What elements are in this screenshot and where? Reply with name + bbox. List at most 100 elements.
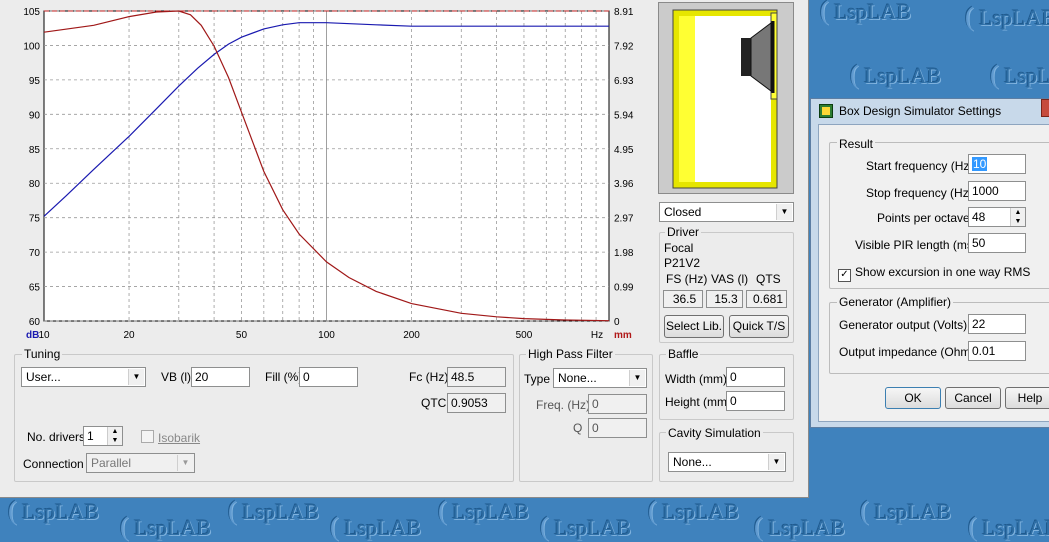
drivers-count-value: 1	[87, 429, 94, 443]
output-impedance-input[interactable]: 0.01	[968, 341, 1026, 361]
stop-frequency-input[interactable]: 1000	[968, 181, 1026, 201]
connection-select[interactable]: Parallel ▼	[86, 453, 195, 473]
connection-label: Connection	[23, 457, 84, 471]
lsplab-watermark: ( LspLAB	[8, 496, 100, 525]
baffle-height-input[interactable]: 0	[726, 391, 785, 411]
baffle-group-title: Baffle	[666, 347, 701, 361]
lsplab-watermark: ( LspLAB	[438, 496, 530, 525]
y-tick-label: 95	[29, 76, 41, 87]
chevron-down-icon[interactable]: ▼	[768, 454, 784, 470]
hpf-q-label: Q	[573, 421, 583, 435]
y2-tick-label: 0.99	[614, 283, 634, 294]
start-frequency-input[interactable]: 10	[968, 154, 1026, 174]
generator-output-input[interactable]: 22	[968, 314, 1026, 334]
chevron-down-icon[interactable]: ▼	[776, 204, 792, 220]
y-tick-label: 100	[23, 41, 40, 52]
hpf-type-value: None...	[558, 371, 597, 385]
response-graph-panel: 105 100 95 90 85 80 75 70 65 60 8.91 7.92 6.93 5.94 4.…	[0, 0, 654, 342]
fill-input[interactable]: 0	[299, 367, 358, 387]
baffle-height-label: Height (mm)	[665, 395, 732, 409]
lsplab-watermark: ( LspLAB	[860, 496, 952, 525]
y-tick-label: 65	[29, 283, 41, 294]
chevron-down-icon[interactable]: ▼	[128, 369, 144, 385]
result-group-title: Result	[837, 137, 876, 151]
points-per-octave-stepper[interactable]: 48 ▲ ▼	[968, 207, 1026, 227]
right-axis-unit: mm	[614, 330, 632, 341]
show-excursion-label: Show excursion in one way RMS	[855, 265, 1031, 279]
y2-tick-label: 7.92	[614, 41, 634, 52]
isobarik-checkbox[interactable]: Isobarik	[141, 430, 200, 445]
help-button[interactable]: Help	[1005, 387, 1049, 409]
chevron-down-icon[interactable]: ▼	[177, 455, 193, 471]
box-type-value: Closed	[664, 205, 702, 219]
lsplab-watermark: ( LspLAB	[820, 0, 912, 25]
dialog-title-bar[interactable]: Box Design Simulator Settings ✕	[811, 99, 1049, 123]
y2-tick-label: 5.94	[614, 110, 634, 121]
connection-value: Parallel	[91, 456, 132, 470]
y2-tick-label: 2.97	[614, 214, 634, 225]
y2-tick-label: 3.96	[614, 179, 634, 190]
ok-button[interactable]: OK	[885, 387, 941, 409]
y-tick-label: 70	[29, 248, 41, 259]
hpf-type-select[interactable]: None... ▼	[553, 368, 647, 388]
drivers-count-stepper[interactable]: 1 ▲ ▼	[83, 426, 123, 446]
fc-label: Fc (Hz)	[409, 370, 449, 384]
fill-label: Fill (%)	[265, 370, 303, 384]
driver-magnet	[741, 38, 751, 76]
generator-output-label: Generator output (Volts)	[839, 318, 968, 332]
visible-pir-input[interactable]: 50	[968, 233, 1026, 253]
visible-pir-label: Visible PIR length (ms)	[855, 238, 977, 252]
x-tick-label: 50	[236, 330, 248, 341]
qtc-value: 0.9053	[447, 393, 506, 413]
y2-tick-label: 4.95	[614, 145, 634, 156]
y2-tick-label: 8.91	[614, 7, 634, 18]
select-lib-button[interactable]: Select Lib.	[664, 315, 724, 338]
close-icon[interactable]: ✕	[1041, 99, 1049, 117]
hpf-freq-input[interactable]: 0	[588, 394, 647, 414]
generator-group-title: Generator (Amplifier)	[837, 295, 954, 309]
hpf-freq-label: Freq. (Hz)	[536, 398, 590, 412]
y-tick-label: 80	[29, 179, 41, 190]
show-excursion-checkbox[interactable]: ✓ Show excursion in one way RMS	[838, 265, 1030, 282]
driver-qts-header: QTS	[756, 272, 781, 286]
quick-ts-button[interactable]: Quick T/S	[729, 315, 789, 338]
points-per-octave-value: 48	[972, 210, 986, 224]
driver-vas-value: 15.3	[706, 290, 743, 308]
app-icon	[819, 104, 833, 118]
tuning-group-title: Tuning	[22, 347, 63, 361]
hpf-group-title: High Pass Filter	[526, 347, 615, 361]
spin-arrows-icon[interactable]: ▲ ▼	[1010, 208, 1025, 226]
left-axis-unit: dB	[26, 330, 39, 341]
settings-dialog: Box Design Simulator Settings ✕ Result S…	[810, 98, 1049, 428]
cancel-button[interactable]: Cancel	[945, 387, 1001, 409]
y-tick-label: 60	[29, 317, 41, 328]
drivers-count-label: No. drivers	[27, 430, 86, 444]
lsplab-watermark: ( LspLAB	[540, 512, 632, 541]
x-tick-label: 20	[123, 330, 135, 341]
driver-fs-header: FS (Hz)	[666, 272, 708, 286]
y-tick-label: 105	[23, 7, 40, 18]
isobarik-label: Isobarik	[158, 431, 201, 445]
fc-value: 48.5	[447, 367, 506, 387]
tuning-preset-value: User...	[26, 370, 61, 384]
baffle-width-input[interactable]: 0	[726, 367, 785, 387]
qtc-label: QTC	[421, 396, 447, 410]
hpf-type-label: Type	[524, 372, 551, 386]
hpf-q-input[interactable]: 0	[588, 418, 647, 438]
points-per-octave-label: Points per octave	[877, 211, 970, 225]
main-window: 105 100 95 90 85 80 75 70 65 60 8.91 7.92 6.93 5.94 4.…	[0, 0, 809, 498]
spin-arrows-icon[interactable]: ▲ ▼	[107, 427, 122, 445]
cavity-select[interactable]: None... ▼	[668, 452, 786, 472]
box-type-select[interactable]: Closed ▼	[659, 202, 794, 222]
driver-model: P21V2	[664, 256, 701, 270]
vb-label: VB (l)	[161, 370, 191, 384]
generator-group	[829, 302, 1049, 374]
vb-input[interactable]: 20	[191, 367, 250, 387]
output-impedance-label: Output impedance (Ohms)	[839, 345, 981, 359]
tuning-preset-select[interactable]: User... ▼	[21, 367, 146, 387]
y-tick-label: 75	[29, 214, 41, 225]
driver-fs-value: 36.5	[663, 290, 703, 308]
chevron-down-icon[interactable]: ▼	[629, 370, 645, 386]
start-frequency-label: Start frequency (Hz)	[866, 159, 974, 173]
driver-qts-value: 0.681	[746, 290, 787, 308]
